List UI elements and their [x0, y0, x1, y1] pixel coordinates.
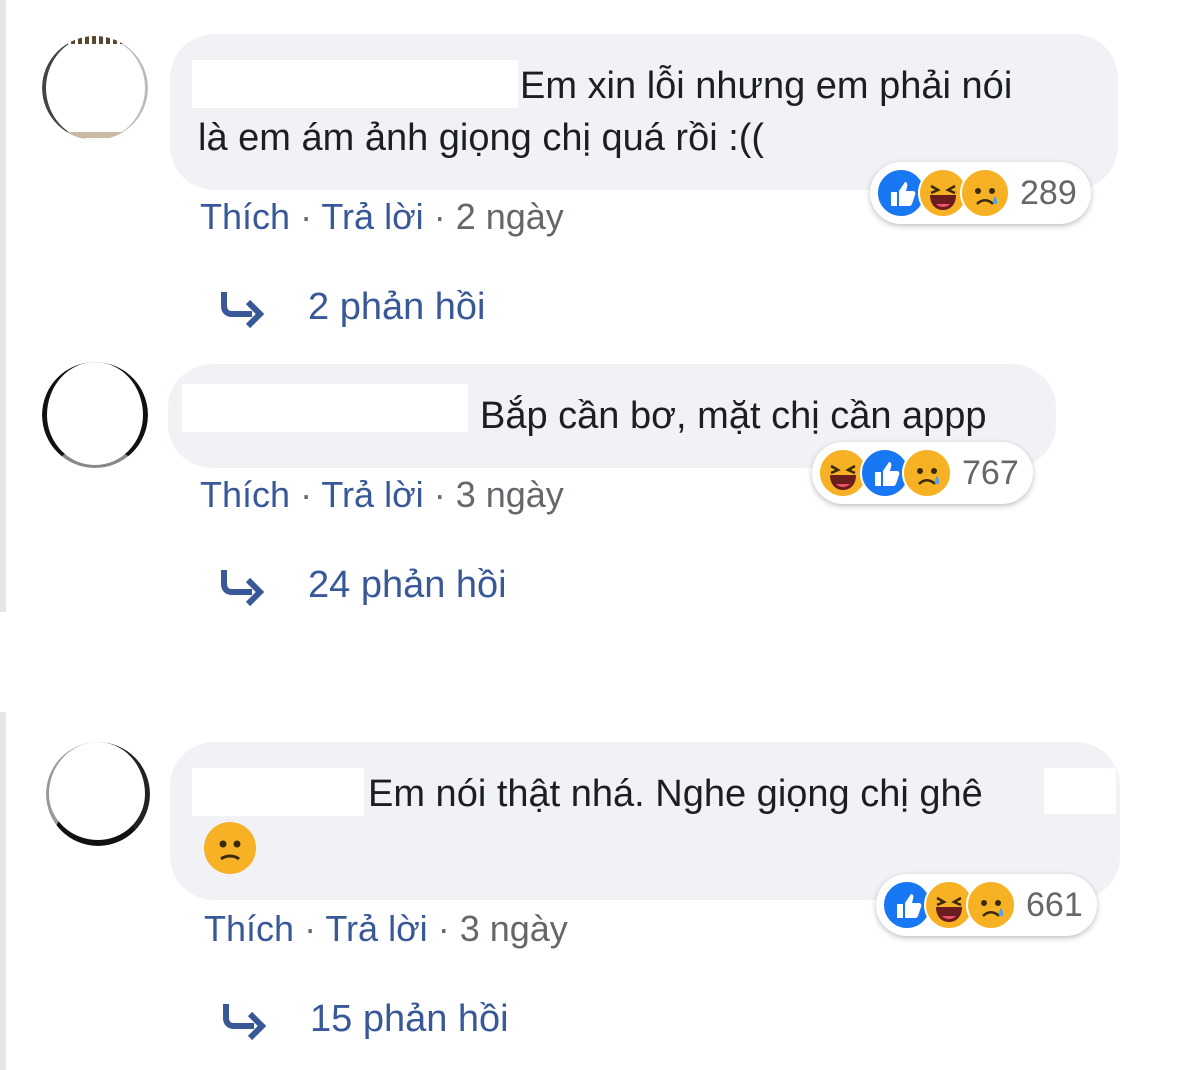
- timestamp[interactable]: 3 ngày: [460, 908, 568, 949]
- confused-face-icon: [219, 840, 241, 861]
- separator: ·: [437, 908, 460, 949]
- like-link[interactable]: Thích: [204, 908, 294, 949]
- reply-link[interactable]: Trả lời: [325, 908, 427, 949]
- reactions-summary[interactable]: 661: [876, 874, 1097, 936]
- reaction-count: 661: [1026, 885, 1083, 924]
- comment-3: Em nói thật nhá. Nghe giọng chị ghê 😕 66…: [0, 0, 1200, 1070]
- separator: ·: [304, 908, 326, 949]
- redacted-text: [1044, 768, 1116, 814]
- replies-count-label: 15 phản hồi: [310, 998, 509, 1040]
- comment-text: Em nói thật nhá. Nghe giọng chị ghê: [368, 773, 983, 815]
- sad-icon: [966, 880, 1016, 930]
- avatar[interactable]: [46, 742, 150, 846]
- view-replies-link[interactable]: 15 phản hồi: [220, 998, 509, 1041]
- reply-arrow-icon: [223, 1003, 267, 1040]
- commenter-name-redacted[interactable]: [192, 768, 364, 816]
- comment-actions: Thích · Trả lời · 3 ngày: [204, 908, 568, 950]
